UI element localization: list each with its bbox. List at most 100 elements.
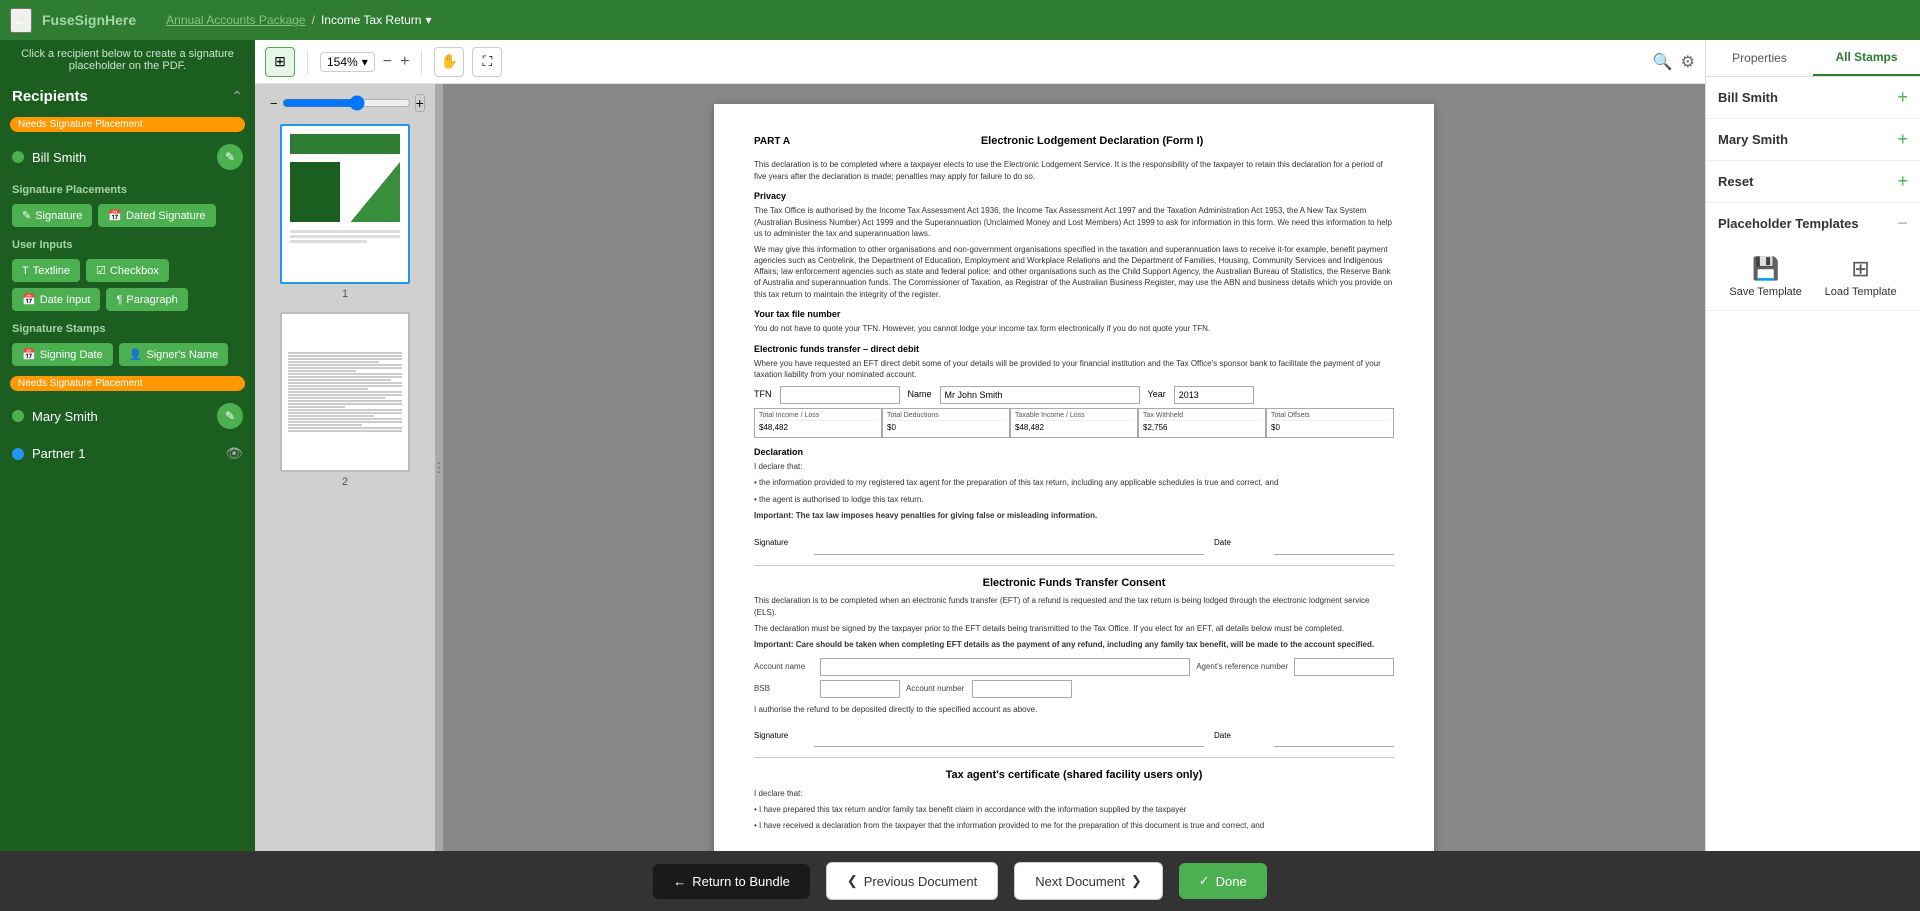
breadcrumb-link[interactable]: Annual Accounts Package (166, 13, 305, 27)
thumbnails-toggle-btn[interactable]: ⊞ (265, 47, 295, 77)
chevron-down-icon[interactable]: ▾ (362, 55, 368, 69)
bsb-label: BSB (754, 683, 814, 694)
save-template-label: Save Template (1729, 286, 1802, 298)
date-line-2 (1274, 723, 1394, 747)
mary-smith-label: Mary Smith (1718, 132, 1788, 147)
bill-smith-header[interactable]: Bill Smith + (1706, 77, 1920, 118)
zoom-slider[interactable] (282, 95, 411, 111)
toolbar: ⊞ 154% ▾ − + ✋ ⛶ 🔍 ⚙ (255, 40, 1705, 84)
year-field[interactable]: 2013 (1174, 386, 1254, 404)
zoom-in-button[interactable]: + (400, 53, 409, 71)
tfn-row: TFN Name Mr John Smith Year 2013 (754, 386, 1394, 404)
settings-button[interactable]: ⚙ (1681, 52, 1695, 72)
select-tool-button[interactable]: ⛶ (472, 47, 502, 77)
signing-date-button[interactable]: 📅 Signing Date (12, 343, 113, 366)
resize-handle[interactable] (435, 84, 443, 851)
tab-properties[interactable]: Properties (1706, 40, 1813, 76)
load-template-button[interactable]: ⊞ Load Template (1825, 256, 1897, 298)
textline-icon: T (22, 265, 29, 277)
date-line-1 (1274, 531, 1394, 555)
placeholder-templates-label: Placeholder Templates (1718, 216, 1859, 231)
account-number-label: Account number (906, 683, 966, 694)
sidebar-subtitle: Click a recipient below to create a sign… (0, 40, 255, 80)
search-button[interactable]: 🔍 (1653, 52, 1673, 72)
dropdown-icon[interactable]: ▾ (425, 13, 431, 27)
pdf-view[interactable]: PART A Electronic Lodgement Declaration … (443, 84, 1705, 851)
tab-all-stamps[interactable]: All Stamps (1813, 40, 1920, 76)
checkbox-button[interactable]: ☑ Checkbox (86, 259, 169, 282)
template-actions-container: 💾 Save Template ⊞ Load Template (1706, 244, 1920, 310)
dated-signature-button[interactable]: 📅 Dated Signature (98, 204, 215, 227)
placeholder-templates-header[interactable]: Placeholder Templates − (1706, 203, 1920, 244)
account-name-field[interactable] (820, 658, 1190, 676)
agents-ref-label: Agent's reference number (1196, 661, 1288, 672)
declaration-heading: Declaration (754, 446, 1394, 459)
thumbnail-image-2[interactable] (280, 312, 410, 472)
mary-smith-add-btn[interactable]: + (1897, 129, 1908, 150)
divider-2 (754, 757, 1394, 758)
bill-smith-add-btn[interactable]: + (1897, 87, 1908, 108)
thumbnail-2[interactable]: 2 (265, 312, 425, 488)
zoom-control: 154% ▾ (320, 52, 375, 72)
needs-placement-badge-2: Needs Signature Placement (10, 376, 245, 391)
account-name-label: Account name (754, 661, 814, 672)
done-button[interactable]: ✓ Done (1179, 863, 1267, 899)
eft-consent-heading: Electronic Funds Transfer Consent (754, 576, 1394, 591)
reset-add-btn[interactable]: + (1897, 171, 1908, 192)
pdf-intro: This declaration is to be completed wher… (754, 159, 1394, 181)
save-template-icon: 💾 (1752, 256, 1779, 282)
reset-header[interactable]: Reset + (1706, 161, 1920, 202)
signature-row-2: Signature Date (754, 723, 1394, 747)
recipient-item-mary-smith[interactable]: Mary Smith ✎ (0, 395, 255, 437)
recipient-dot-mary-smith (12, 410, 24, 422)
return-to-bundle-button[interactable]: ← Return to Bundle (653, 864, 810, 899)
divider-1 (754, 565, 1394, 566)
mary-smith-header[interactable]: Mary Smith + (1706, 119, 1920, 160)
back-button[interactable]: ← (10, 8, 32, 33)
bsb-field[interactable] (820, 680, 900, 698)
tfn-field[interactable] (780, 386, 900, 404)
next-document-button[interactable]: Next Document ❯ (1014, 862, 1163, 900)
recipients-collapse-btn[interactable]: ⌃ (231, 88, 243, 105)
recipient-edit-btn-bill-smith[interactable]: ✎ (217, 144, 243, 170)
account-number-field[interactable] (972, 680, 1072, 698)
placeholder-templates-collapse-btn[interactable]: − (1897, 213, 1908, 234)
date-input-button[interactable]: 📅 Date Input (12, 288, 100, 311)
zoom-out-button[interactable]: − (383, 53, 392, 71)
check-icon: ✓ (1199, 873, 1210, 889)
user-input-buttons: T Textline ☑ Checkbox 📅 Date Input ¶ Par… (0, 255, 255, 317)
zoom-thumb-plus-btn[interactable]: + (415, 94, 425, 112)
thumbnail-image-1[interactable] (280, 124, 410, 284)
recipient-view-btn-partner-1[interactable]: 👁 (225, 445, 243, 462)
recipient-item-bill-smith[interactable]: Bill Smith ✎ (0, 136, 255, 178)
center-area: ⊞ 154% ▾ − + ✋ ⛶ 🔍 ⚙ − + (255, 40, 1705, 851)
name-field[interactable]: Mr John Smith (940, 386, 1140, 404)
previous-document-button[interactable]: ❮ Previous Document (826, 862, 998, 900)
toolbar-sep-1 (307, 50, 308, 74)
date-label-1: Date (1214, 537, 1264, 548)
textline-button[interactable]: T Textline (12, 259, 80, 282)
signature-button[interactable]: ✎ Signature (12, 204, 92, 227)
signers-name-button[interactable]: 👤 Signer's Name (119, 343, 229, 366)
signing-date-icon: 📅 (22, 348, 36, 361)
thumbnail-1[interactable]: 1 (265, 124, 425, 300)
recipient-item-partner-1[interactable]: Partner 1 👁 (0, 437, 255, 470)
name-label: Name (908, 388, 932, 401)
breadcrumb: Annual Accounts Package / Income Tax Ret… (166, 13, 431, 27)
needs-placement-badge-1: Needs Signature Placement (10, 117, 245, 132)
declaration-bullet-1: • the information provided to my registe… (754, 477, 1394, 488)
important-text: Important: The tax law imposes heavy pen… (754, 510, 1394, 521)
agents-ref-field[interactable] (1294, 658, 1394, 676)
save-template-button[interactable]: 💾 Save Template (1729, 256, 1802, 298)
hand-tool-button[interactable]: ✋ (434, 47, 464, 77)
eft-consent-intro: This declaration is to be completed when… (754, 595, 1394, 617)
date-label-2: Date (1214, 730, 1264, 741)
recipient-edit-btn-mary-smith[interactable]: ✎ (217, 403, 243, 429)
declaration-bullet-2: • the agent is authorised to lodge this … (754, 494, 1394, 505)
eft-text: Where you have requested an EFT direct d… (754, 358, 1394, 380)
paragraph-button[interactable]: ¶ Paragraph (106, 288, 187, 311)
stamp-buttons: 📅 Signing Date 👤 Signer's Name (0, 339, 255, 372)
pdf-page: PART A Electronic Lodgement Declaration … (714, 104, 1434, 851)
tax-withheld-cell: Tax Withheld $2,756 (1138, 408, 1266, 438)
bottom-bar: ← Return to Bundle ❮ Previous Document N… (0, 851, 1920, 911)
